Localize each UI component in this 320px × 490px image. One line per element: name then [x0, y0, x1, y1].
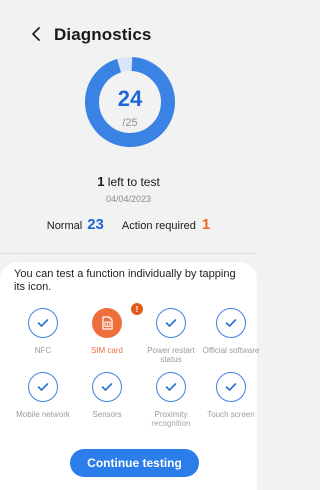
test-power-restart-button[interactable] [156, 308, 186, 338]
progress-ring: 24 /25 [82, 54, 178, 150]
test-mobile-network-label: Mobile network [16, 410, 70, 419]
test-sim-card-label: SIM card [90, 346, 123, 355]
test-proximity-recognition-button[interactable] [156, 372, 186, 402]
app-header: Diagnostics [0, 0, 257, 60]
check-icon [225, 383, 237, 391]
left-to-test: 1 left to test [0, 174, 257, 189]
divider [0, 253, 257, 254]
test-touch-screen-label: Touch screen [207, 410, 255, 419]
normal-count: 23 [87, 216, 104, 233]
back-button[interactable] [28, 24, 44, 44]
check-icon [37, 319, 49, 327]
test-sensors-label: Sensors [92, 410, 122, 419]
test-nfc-button[interactable] [28, 308, 58, 338]
test-official-software-button[interactable] [216, 308, 246, 338]
test-official-software[interactable]: Official software [200, 308, 260, 378]
test-nfc-label: NFC [34, 346, 52, 355]
check-icon [101, 383, 113, 391]
test-official-software-label: Official software [202, 346, 260, 355]
total-count: /25 [122, 117, 138, 129]
test-sensors-button[interactable] [92, 372, 122, 402]
chevron-left-icon [32, 27, 40, 41]
normal-label: Normal [46, 220, 83, 232]
test-power-restart[interactable]: Power restart status [140, 308, 200, 378]
test-mobile-network-button[interactable] [28, 372, 58, 402]
check-icon [37, 383, 49, 391]
check-icon [165, 319, 177, 327]
tested-count: 24 [117, 86, 143, 111]
test-sim-card-button[interactable]: ! [92, 302, 144, 338]
action-count: 1 [201, 216, 211, 233]
sim-card-icon [102, 316, 113, 330]
action-label: Action required [121, 220, 196, 232]
left-text: left to test [104, 175, 160, 189]
test-touch-screen-button[interactable] [216, 372, 246, 402]
hint-text: You can test a function individually by … [14, 268, 236, 293]
test-power-restart-label: Power restart status [147, 346, 195, 364]
check-icon [165, 383, 177, 391]
page-title: Diagnostics [54, 25, 152, 44]
test-sim-card[interactable]: ! SIM card [76, 302, 144, 378]
result-counts: Normal 23 Action required 1 [0, 216, 257, 236]
continue-testing-button[interactable]: Continue testing [70, 449, 199, 477]
test-nfc[interactable]: NFC [12, 308, 72, 378]
test-date: 04/04/2023 [105, 194, 152, 204]
check-icon [225, 319, 237, 327]
